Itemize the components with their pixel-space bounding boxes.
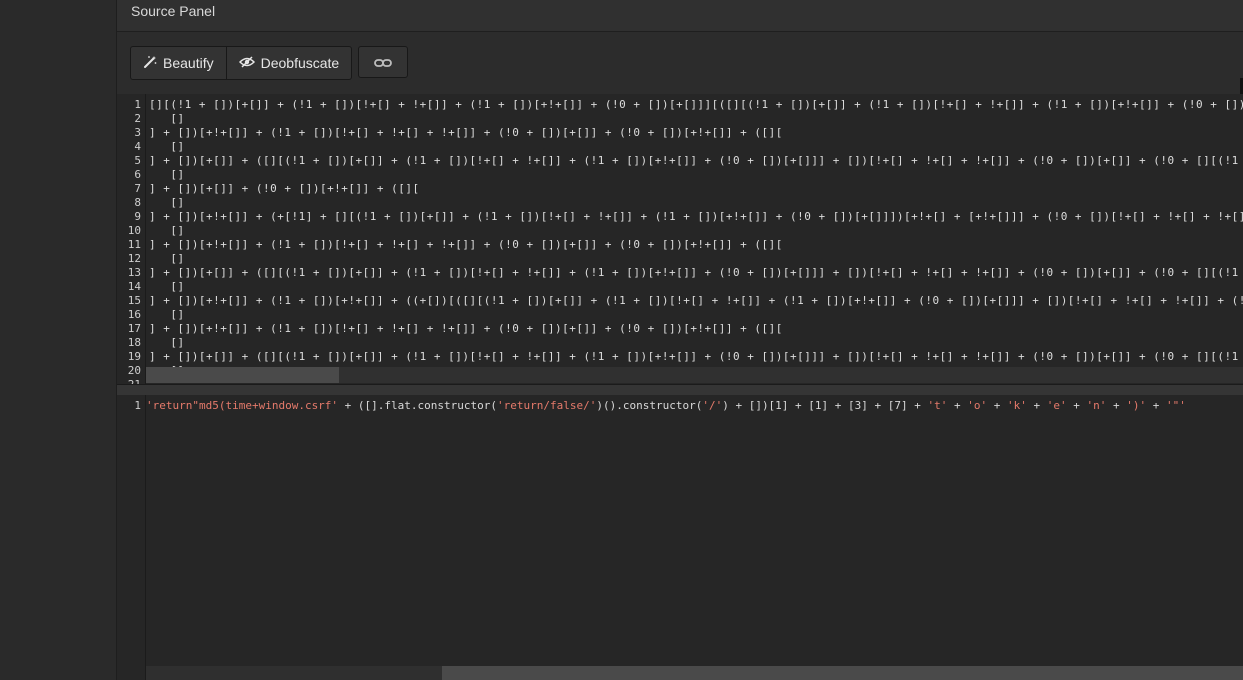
eye-slash-icon <box>238 55 255 72</box>
panel-header: Source Panel <box>117 0 1243 32</box>
code-token: )().constructor( <box>596 399 703 412</box>
line-number: 4 <box>134 140 141 153</box>
action-button-group: Beautify Deobfuscate <box>130 46 353 80</box>
code-line: [][(!1 + [])[+[]] + (!1 + [])[!+[] + !+[… <box>149 98 1243 111</box>
code-token: + <box>1106 399 1127 412</box>
code-token: + <box>1066 399 1087 412</box>
left-sidebar <box>0 0 117 680</box>
code-token: + <box>987 399 1008 412</box>
code-line: [] <box>149 224 185 237</box>
line-number-gutter: 1 <box>117 395 146 680</box>
string-token: 'o' <box>967 399 988 412</box>
string-token: 'e' <box>1046 399 1067 412</box>
horizontal-scrollbar[interactable] <box>146 367 1243 383</box>
code-line: ] + [])[+[]] + ([][(!1 + [])[+[]] + (!1 … <box>149 266 1243 279</box>
line-number: 16 <box>127 308 141 321</box>
line-number: 9 <box>134 210 141 223</box>
code-line: [] <box>149 280 185 293</box>
magic-wand-icon <box>143 55 157 72</box>
code-token: ) + [])[1] + [1] + [3] + [7] + <box>722 399 928 412</box>
deobfuscate-button[interactable]: Deobfuscate <box>225 47 352 79</box>
line-number: 7 <box>134 182 141 195</box>
code-line: [] <box>149 168 185 181</box>
horizontal-scrollbar[interactable] <box>146 666 1243 680</box>
code-line: ] + [])[+!+[]] + (!1 + [])[!+[] + !+[] +… <box>149 126 783 139</box>
line-number: 17 <box>127 322 141 335</box>
string-token: '"' <box>1166 399 1186 412</box>
code-line: ] + [])[+!+[]] + (+[!1] + [][(!1 + [])[+… <box>149 210 1243 223</box>
line-number: 14 <box>127 280 141 293</box>
line-number: 8 <box>134 196 141 209</box>
code-line: ] + [])[+!+[]] + (!1 + [])[!+[] + !+[] +… <box>149 322 783 335</box>
code-line: ] + [])[+!+[]] + (!1 + [])[+!+[]] + ((+[… <box>149 294 1243 307</box>
string-token: 'return"md5(time+window.csrf' <box>146 399 339 412</box>
line-number: 20 <box>127 364 141 377</box>
code-token: + <box>1146 399 1167 412</box>
line-number: 1 <box>134 98 141 111</box>
line-number: 12 <box>127 252 141 265</box>
line-number: 18 <box>127 336 141 349</box>
code-line: ] + [])[+[]] + ([][(!1 + [])[+[]] + (!1 … <box>149 350 1243 363</box>
line-number-gutter: 123456789101112131415161718192021 <box>117 94 146 384</box>
output-code-line[interactable]: 'return"md5(time+window.csrf' + ([].flat… <box>146 399 1186 413</box>
string-token: 't' <box>927 399 948 412</box>
string-token: 'n' <box>1086 399 1107 412</box>
string-token: '/' <box>702 399 723 412</box>
code-line: [] <box>149 112 185 125</box>
code-line: [] <box>149 252 185 265</box>
string-token: ')' <box>1126 399 1147 412</box>
line-number: 1 <box>134 399 141 412</box>
line-number: 2 <box>134 112 141 125</box>
link-icon <box>374 53 392 72</box>
code-token: + ([].flat.constructor( <box>338 399 498 412</box>
scrollbar-thumb[interactable] <box>146 367 339 383</box>
line-number: 10 <box>127 224 141 237</box>
line-number: 11 <box>127 238 141 251</box>
line-number: 13 <box>127 266 141 279</box>
source-editor[interactable]: 123456789101112131415161718192021 [][(!1… <box>117 94 1243 384</box>
string-token: 'k' <box>1007 399 1027 412</box>
code-token: + <box>947 399 968 412</box>
code-area[interactable]: [][(!1 + [])[+[]] + (!1 + [])[!+[] + !+[… <box>149 94 1243 384</box>
code-line: [] <box>149 308 185 321</box>
code-line: ] + [])[+!+[]] + (!1 + [])[!+[] + !+[] +… <box>149 238 783 251</box>
beautify-label: Beautify <box>163 55 214 71</box>
line-number: 19 <box>127 350 141 363</box>
line-number: 3 <box>134 126 141 139</box>
beautify-button[interactable]: Beautify <box>131 47 226 79</box>
code-token: + <box>1026 399 1047 412</box>
panel-title: Source Panel <box>131 3 216 19</box>
code-line: [] <box>149 336 185 349</box>
code-line: ] + [])[+[]] + (!0 + [])[+!+[]] + ([][ <box>149 182 420 195</box>
line-number: 15 <box>127 294 141 307</box>
string-token: 'return/false/' <box>497 399 597 412</box>
source-panel: Source Panel Beautify Deobfuscate 1 2 3 … <box>117 0 1243 680</box>
output-editor[interactable]: 1 'return"md5(time+window.csrf' + ([].fl… <box>117 395 1243 680</box>
line-number: 6 <box>134 168 141 181</box>
deobfuscate-label: Deobfuscate <box>260 55 340 71</box>
code-line: ] + [])[+[]] + ([][(!1 + [])[+[]] + (!1 … <box>149 154 1243 167</box>
code-line: [] <box>149 140 185 153</box>
code-line: [] <box>149 196 185 209</box>
line-number: 5 <box>134 154 141 167</box>
scrollbar-thumb[interactable] <box>442 666 1243 680</box>
link-button[interactable] <box>358 46 408 78</box>
toolbar: Beautify Deobfuscate <box>117 32 1243 98</box>
